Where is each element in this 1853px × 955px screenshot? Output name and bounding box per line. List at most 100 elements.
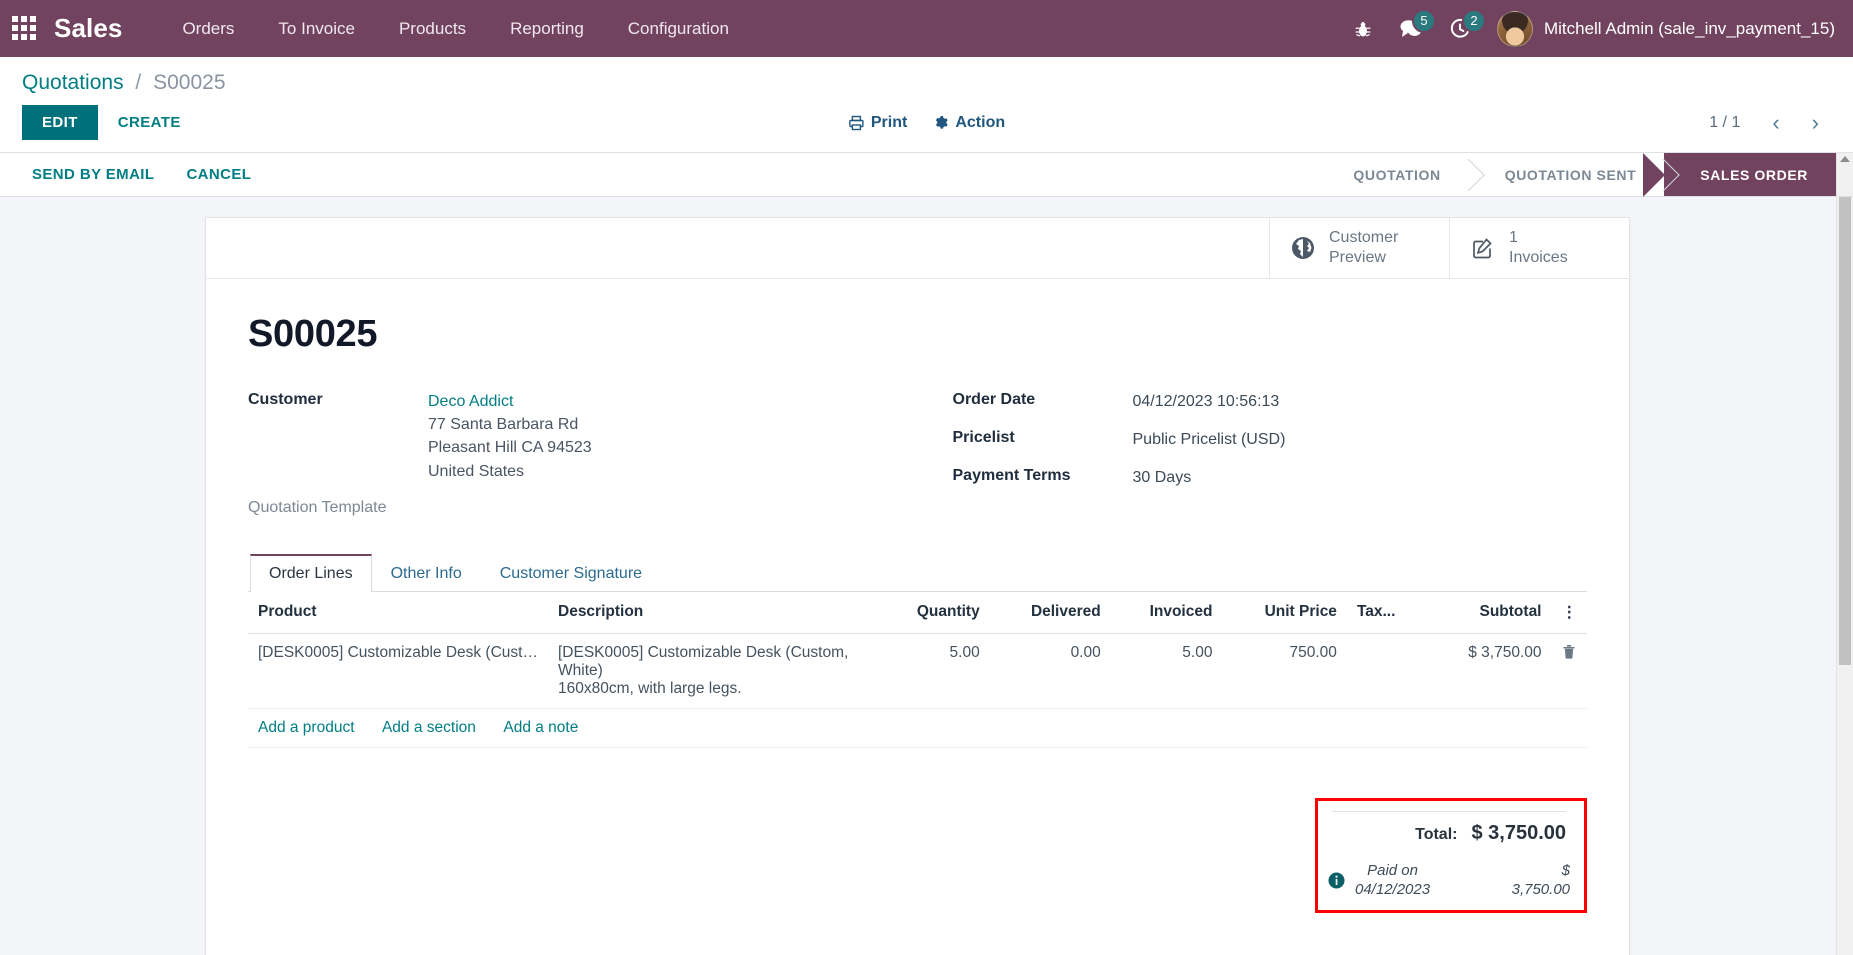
customer-address-line-3: United States: [428, 462, 525, 480]
menu-item-configuration[interactable]: Configuration: [606, 11, 751, 47]
customer-address-line-1: 77 Santa Barbara Rd: [428, 416, 579, 434]
status-stage-quotation-sent[interactable]: QUOTATION SENT: [1468, 153, 1665, 196]
messages-badge: 5: [1411, 8, 1436, 33]
customer-address-line-2: Pleasant Hill CA 94523: [428, 439, 592, 457]
apps-grid-icon[interactable]: [12, 15, 38, 42]
scrollbar-up-arrow[interactable]: [1836, 153, 1853, 196]
column-header-delivered[interactable]: Delivered: [989, 591, 1111, 634]
form-sheet: Customer Preview 1 Invoices S00025 Custo…: [205, 217, 1630, 955]
smart-button-invoices-text: 1 Invoices: [1509, 228, 1568, 268]
total-value: $ 3,750.00: [1471, 821, 1566, 844]
cell-invoiced[interactable]: 5.00: [1110, 633, 1223, 709]
app-brand-sales[interactable]: Sales: [54, 13, 122, 44]
smart-button-customer-preview[interactable]: Customer Preview: [1269, 218, 1449, 278]
pager: 1 / 1 ‹ ›: [1709, 110, 1831, 136]
breadcrumb-separator: /: [135, 71, 142, 94]
column-header-tax[interactable]: Tax...: [1346, 591, 1426, 634]
add-a-note-link[interactable]: Add a note: [503, 719, 578, 736]
breadcrumb-current: S00025: [153, 71, 226, 94]
info-circle-icon[interactable]: [1328, 872, 1345, 889]
menu-item-reporting[interactable]: Reporting: [488, 11, 606, 47]
paid-currency-symbol: $: [1561, 861, 1570, 879]
cell-quantity[interactable]: 5.00: [878, 633, 990, 709]
action-label: Action: [955, 113, 1006, 131]
field-pricelist: Pricelist Public Pricelist (USD): [953, 428, 1588, 451]
order-lines-table: Product Description Quantity Delivered I…: [248, 591, 1587, 748]
column-header-invoiced[interactable]: Invoiced: [1110, 591, 1223, 634]
pager-next-icon[interactable]: ›: [1800, 110, 1831, 136]
column-header-product[interactable]: Product: [248, 591, 548, 634]
status-stage-sales-order[interactable]: SALES ORDER: [1643, 153, 1836, 197]
activities-icon[interactable]: 2: [1449, 8, 1486, 40]
total-row: Total: $ 3,750.00: [1328, 822, 1570, 845]
tab-order-lines[interactable]: Order Lines: [250, 553, 372, 592]
description-line-2: White): [558, 661, 603, 679]
print-button[interactable]: Print: [848, 114, 907, 132]
cancel-button[interactable]: CANCEL: [172, 160, 265, 189]
printer-icon: [848, 115, 864, 131]
paid-on-date: 04/12/2023: [1355, 881, 1431, 899]
vertical-scrollbar[interactable]: [1836, 197, 1853, 955]
totals-highlight-box: Total: $ 3,750.00 Paid on 04/12/2023 $ 3…: [1315, 797, 1587, 913]
bug-icon[interactable]: [1353, 19, 1373, 39]
customer-link[interactable]: Deco Addict: [428, 393, 513, 410]
breadcrumb-root[interactable]: Quotations: [22, 71, 124, 94]
add-a-product-link[interactable]: Add a product: [258, 719, 355, 736]
send-by-email-button[interactable]: SEND BY EMAIL: [18, 160, 168, 189]
top-navbar: Sales Orders To Invoice Products Reporti…: [0, 0, 1853, 57]
description-line-3: 160x80cm, with large legs.: [558, 679, 742, 697]
field-quotation-template-label: Quotation Template: [248, 498, 387, 516]
page-title: S00025: [248, 313, 378, 355]
form-column-right: Order Date 04/12/2023 10:56:13 Pricelist…: [953, 390, 1588, 532]
smart-button-line1: Customer: [1329, 229, 1399, 246]
smart-buttons-bar: Customer Preview 1 Invoices: [206, 218, 1629, 279]
vertical-dots-icon[interactable]: ⋮: [1551, 591, 1587, 634]
tab-customer-signature[interactable]: Customer Signature: [481, 554, 661, 592]
menu-item-products[interactable]: Products: [377, 11, 488, 47]
add-line-cell: Add a product Add a section Add a note: [248, 708, 1587, 748]
cell-tax[interactable]: [1346, 633, 1426, 709]
column-header-subtotal[interactable]: Subtotal: [1425, 591, 1552, 634]
smart-button-invoices[interactable]: 1 Invoices: [1449, 218, 1629, 278]
add-line-row: Add a product Add a section Add a note: [248, 708, 1587, 748]
column-header-description[interactable]: Description: [548, 591, 878, 634]
smart-button-customer-preview-text: Customer Preview: [1329, 228, 1398, 268]
column-header-quantity[interactable]: Quantity: [878, 591, 990, 634]
menu-item-to-invoice[interactable]: To Invoice: [256, 11, 377, 47]
smart-button-label: Invoices: [1509, 249, 1568, 266]
table-header-row: Product Description Quantity Delivered I…: [248, 591, 1587, 634]
field-order-date-label: Order Date: [952, 391, 1036, 408]
table-row[interactable]: [DESK0005] Customizable Desk (Custom, W.…: [248, 633, 1587, 709]
tab-other-info[interactable]: Other Info: [372, 554, 481, 592]
cell-description[interactable]: [DESK0005] Customizable Desk (Custom, Wh…: [548, 633, 878, 709]
globe-icon: [1290, 235, 1316, 261]
user-menu[interactable]: Mitchell Admin (sale_inv_payment_15): [1496, 10, 1835, 47]
field-payment-terms: Payment Terms 30 Days: [953, 466, 1588, 489]
paid-amount: $ 3,750.00: [1512, 861, 1570, 900]
field-customer-label: Customer: [248, 391, 323, 408]
activities-badge: 2: [1461, 8, 1486, 33]
gear-icon: [933, 115, 948, 130]
pager-previous-icon[interactable]: ‹: [1760, 110, 1791, 136]
field-payment-terms-label: Payment Terms: [952, 467, 1071, 485]
scrollbar-thumb[interactable]: [1839, 197, 1851, 665]
column-header-unit-price[interactable]: Unit Price: [1222, 591, 1347, 634]
field-pricelist-label: Pricelist: [952, 429, 1015, 447]
status-stage-quotation[interactable]: QUOTATION: [1317, 153, 1469, 196]
messages-icon[interactable]: 5: [1399, 8, 1436, 40]
cell-delivered[interactable]: 0.00: [989, 633, 1111, 709]
action-button[interactable]: Action: [933, 114, 1005, 132]
create-button[interactable]: CREATE: [104, 105, 195, 140]
trash-icon[interactable]: [1551, 633, 1587, 709]
description-line-1: [DESK0005] Customizable Desk (Custom,: [558, 643, 849, 661]
control-panel: Quotations / S00025 EDIT CREATE Print Ac…: [0, 57, 1853, 153]
edit-button[interactable]: EDIT: [22, 105, 98, 140]
add-a-section-link[interactable]: Add a section: [382, 719, 476, 736]
menu-item-orders[interactable]: Orders: [160, 11, 256, 47]
form-scroll-container: Customer Preview 1 Invoices S00025 Custo…: [0, 197, 1836, 955]
cell-unit-price[interactable]: 750.00: [1222, 633, 1347, 709]
notebook: Order Lines Other Info Customer Signatur…: [248, 553, 1587, 748]
breadcrumb: Quotations / S00025: [18, 67, 1835, 105]
cell-product[interactable]: [DESK0005] Customizable Desk (Custom, W.…: [248, 633, 548, 709]
form-fields: Customer Deco Addict 77 Santa Barbara Rd…: [248, 390, 1587, 532]
